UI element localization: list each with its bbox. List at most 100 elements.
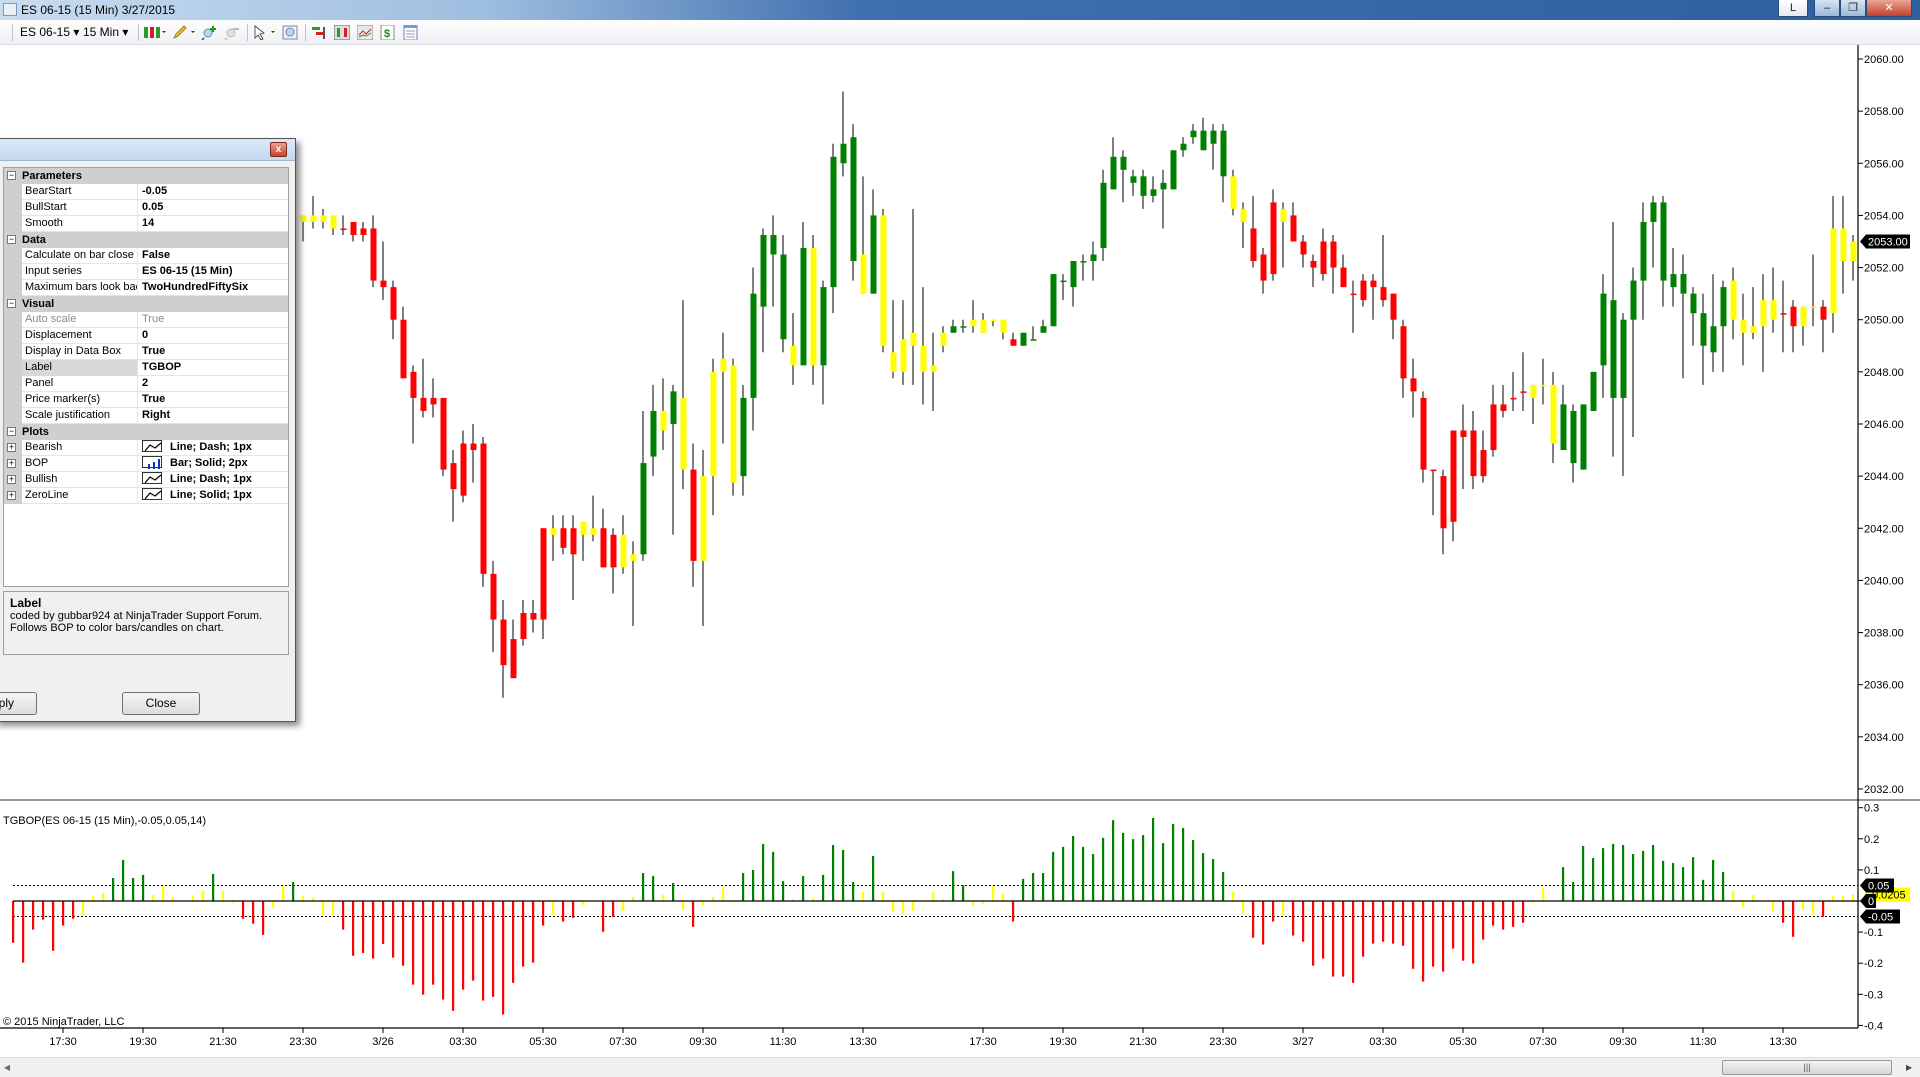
- property-row[interactable]: + Bullish Line; Dash; 1px: [4, 472, 288, 488]
- property-value[interactable]: 0: [139, 328, 288, 344]
- property-row[interactable]: + ZeroLine Line; Solid; 1px: [4, 488, 288, 504]
- property-value[interactable]: True: [139, 344, 288, 360]
- property-value[interactable]: TwoHundredFiftySix: [139, 280, 288, 296]
- property-value[interactable]: 14: [139, 216, 288, 232]
- property-value[interactable]: Bar; Solid; 2px: [139, 456, 288, 472]
- section-visual[interactable]: − Visual: [4, 296, 288, 312]
- drawing-pencil-icon[interactable]: [172, 25, 196, 40]
- bop-bar: [222, 891, 225, 901]
- indicators-icon[interactable]: [357, 25, 373, 40]
- magnify-icon[interactable]: [282, 25, 298, 40]
- strategies-icon[interactable]: $: [380, 25, 396, 40]
- bop-bar: [1712, 859, 1715, 901]
- property-value[interactable]: True: [139, 312, 288, 328]
- property-value[interactable]: Right: [139, 408, 288, 424]
- scroll-right-arrow[interactable]: ▸: [1906, 1060, 1912, 1074]
- bar-style-icon[interactable]: [143, 25, 167, 40]
- link-button[interactable]: L: [1778, 0, 1808, 17]
- row-gutter: [4, 200, 22, 216]
- properties-icon[interactable]: [403, 25, 419, 40]
- property-row[interactable]: Label TGBOP: [4, 360, 288, 376]
- bop-bar: [522, 901, 525, 967]
- expand-toggle-icon[interactable]: +: [7, 459, 16, 468]
- property-row[interactable]: Auto scale True: [4, 312, 288, 328]
- interval-selector[interactable]: 15 Min ▾: [83, 24, 128, 41]
- candle-body: [750, 293, 757, 398]
- candle: [1040, 319, 1047, 333]
- restore-button[interactable]: ❐: [1840, 0, 1866, 17]
- current-price-label: 2053.00: [1868, 236, 1908, 248]
- property-value[interactable]: 0.05: [139, 200, 288, 216]
- section-data[interactable]: − Data: [4, 232, 288, 248]
- property-value[interactable]: Line; Dash; 1px: [139, 440, 288, 456]
- close-button[interactable]: Close: [122, 692, 200, 715]
- instrument-label: ES 06-15: [20, 25, 71, 39]
- property-row[interactable]: Scale justification Right: [4, 408, 288, 424]
- candle: [1590, 371, 1597, 411]
- bop-bar: [1142, 835, 1145, 901]
- scrollbar-thumb[interactable]: |||: [1722, 1060, 1892, 1075]
- expand-toggle-icon[interactable]: +: [7, 491, 16, 500]
- candle-body: [1180, 143, 1187, 151]
- instrument-selector[interactable]: ES 06-15 ▾: [20, 24, 79, 41]
- property-row[interactable]: Maximum bars look back TwoHundredFiftySix: [4, 280, 288, 296]
- property-row[interactable]: Calculate on bar close False: [4, 248, 288, 264]
- expand-toggle-icon[interactable]: +: [7, 443, 16, 452]
- candle-body: [790, 345, 797, 366]
- pointer-icon[interactable]: [253, 25, 277, 40]
- horizontal-scrollbar[interactable]: ◂ ||| ▸: [0, 1057, 1920, 1077]
- candle: [1110, 137, 1117, 190]
- bop-bar: [842, 849, 845, 901]
- property-row[interactable]: BullStart 0.05: [4, 200, 288, 216]
- candle-body: [1590, 371, 1597, 411]
- property-row[interactable]: Displacement 0: [4, 328, 288, 344]
- collapse-toggle-icon[interactable]: −: [7, 427, 16, 436]
- property-value[interactable]: Line; Solid; 1px: [139, 488, 288, 504]
- chart-style-icon[interactable]: [334, 25, 350, 40]
- property-row[interactable]: Smooth 14: [4, 216, 288, 232]
- property-row[interactable]: Display in Data Box True: [4, 344, 288, 360]
- property-row[interactable]: + Bearish Line; Dash; 1px: [4, 440, 288, 456]
- collapse-toggle-icon[interactable]: −: [7, 171, 16, 180]
- close-icon[interactable]: x: [270, 142, 287, 157]
- svg-text:$: $: [384, 28, 390, 40]
- property-row[interactable]: Price marker(s) True: [4, 392, 288, 408]
- candle-body: [890, 352, 897, 372]
- zoom-in-icon[interactable]: [201, 25, 217, 40]
- candle-body: [1090, 254, 1097, 262]
- expand-toggle-icon[interactable]: +: [7, 475, 16, 484]
- price-tick-label: 2044.00: [1864, 471, 1904, 483]
- property-row[interactable]: BearStart -0.05: [4, 184, 288, 200]
- candle: [440, 397, 447, 477]
- property-value[interactable]: TGBOP: [139, 360, 288, 376]
- bop-bar: [1042, 873, 1045, 901]
- section-parameters[interactable]: − Parameters: [4, 168, 288, 184]
- scroll-left-arrow[interactable]: ◂: [4, 1060, 10, 1074]
- candle: [1500, 384, 1507, 418]
- minimize-button[interactable]: –: [1814, 0, 1840, 17]
- bop-bar: [1622, 845, 1625, 901]
- candle-body: [1490, 404, 1497, 451]
- property-row[interactable]: Panel 2: [4, 376, 288, 392]
- apply-button[interactable]: pply: [0, 692, 37, 715]
- bop-bar: [1662, 860, 1665, 901]
- property-row[interactable]: + BOP Bar; Solid; 2px: [4, 456, 288, 472]
- collapse-toggle-icon[interactable]: −: [7, 299, 16, 308]
- data-series-icon[interactable]: [311, 25, 327, 40]
- property-value[interactable]: True: [139, 392, 288, 408]
- property-row[interactable]: Input series ES 06-15 (15 Min): [4, 264, 288, 280]
- collapse-toggle-icon[interactable]: −: [7, 235, 16, 244]
- property-value[interactable]: ES 06-15 (15 Min): [139, 264, 288, 280]
- bop-bar: [1472, 901, 1475, 964]
- section-title: Visual: [22, 298, 55, 310]
- bop-bar: [102, 892, 105, 901]
- property-value[interactable]: 2: [139, 376, 288, 392]
- zoom-out-icon[interactable]: [224, 25, 240, 40]
- property-value[interactable]: Line; Dash; 1px: [139, 472, 288, 488]
- close-window-button[interactable]: ✕: [1866, 0, 1912, 17]
- property-value[interactable]: False: [139, 248, 288, 264]
- candle: [1800, 306, 1807, 346]
- candle-body: [1840, 228, 1847, 262]
- property-value[interactable]: -0.05: [139, 184, 288, 200]
- section-plots[interactable]: − Plots: [4, 424, 288, 440]
